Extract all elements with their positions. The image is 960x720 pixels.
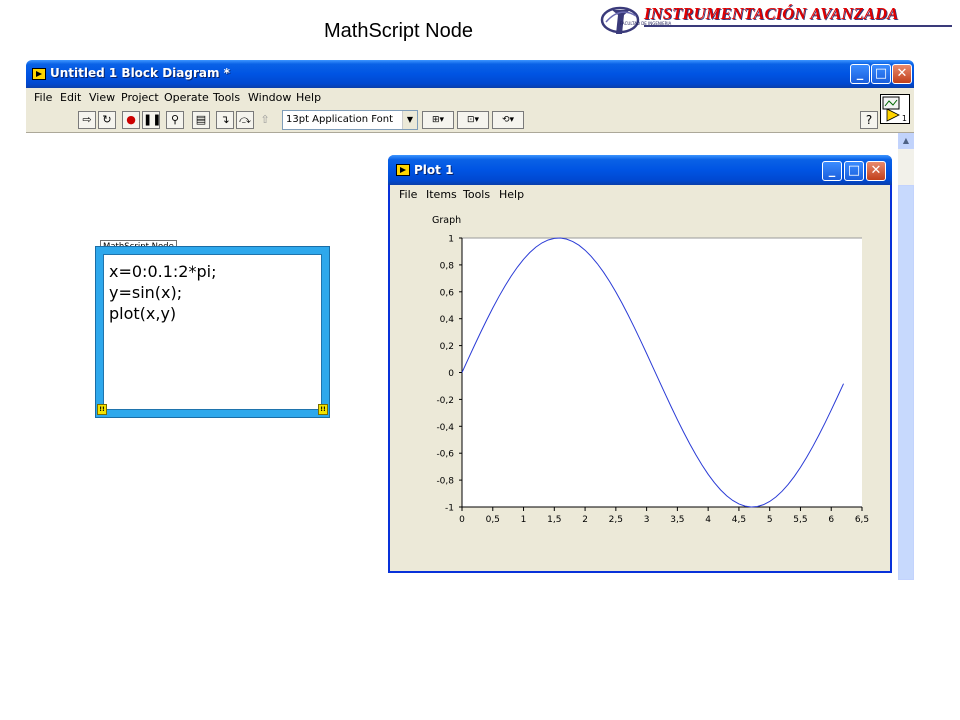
x-tick-label: 6,5 [855, 515, 869, 525]
run-arrow-icon[interactable]: ⇨ [78, 111, 96, 129]
plot-background [462, 238, 862, 507]
menu-view[interactable]: View [89, 91, 115, 104]
menu-file[interactable]: File [34, 91, 52, 104]
highlight-execution-icon[interactable]: ⚲ [166, 111, 184, 129]
y-tick-label: -0,8 [436, 477, 454, 487]
main-toolbar: ⇨ ↻ ● ❚❚ ⚲ ▤ ↴ ⤼ ⇧ 13pt Application Font… [26, 108, 914, 133]
abort-icon[interactable]: ● [122, 111, 140, 129]
y-tick-label: 0 [448, 369, 454, 379]
x-tick-label: 3 [644, 515, 650, 525]
main-title-bar[interactable]: Untitled 1 Block Diagram * _ □ ✕ [26, 60, 914, 88]
menu-tools[interactable]: Tools [213, 91, 240, 104]
y-tick-label: -0,4 [436, 423, 454, 433]
x-tick-label: 5 [767, 515, 773, 525]
x-tick-label: 1,5 [547, 515, 561, 525]
x-tick-label: 0,5 [486, 515, 500, 525]
step-out-icon[interactable]: ⇧ [256, 111, 274, 129]
menu-project[interactable]: Project [121, 91, 159, 104]
vertical-scrollbar[interactable]: ▲ [898, 133, 914, 580]
font-select-value: 13pt Application Font [286, 114, 393, 125]
brand-underline [644, 25, 952, 27]
menu-window[interactable]: Window [248, 91, 291, 104]
x-tick-label: 4 [705, 515, 711, 525]
y-tick-label: -0,2 [436, 396, 454, 406]
main-menubar: File Edit View Project Operate Tools Win… [26, 88, 914, 108]
chevron-down-icon[interactable]: ▼ [402, 111, 417, 129]
y-tick-label: 0,6 [440, 288, 455, 298]
x-tick-label: 2 [582, 515, 588, 525]
faculty-logo-icon [600, 6, 640, 34]
mathscript-code[interactable]: x=0:0.1:2*pi; y=sin(x); plot(x,y) [109, 261, 216, 324]
y-tick-label: 0,4 [440, 315, 455, 325]
font-select[interactable]: 13pt Application Font ▼ [282, 110, 418, 130]
step-into-icon[interactable]: ↴ [216, 111, 234, 129]
labview-app-icon[interactable] [32, 68, 46, 80]
y-tick-label: -0,6 [436, 450, 454, 460]
align-objects-button[interactable]: ⊞▾ [422, 111, 454, 129]
y-tick-label: 0,2 [440, 342, 454, 352]
menu-help[interactable]: Help [296, 91, 321, 104]
distribute-objects-button[interactable]: ⊡▾ [457, 111, 489, 129]
x-tick-label: 2,5 [609, 515, 623, 525]
y-tick-label: 1 [448, 235, 454, 245]
minimize-button[interactable]: _ [850, 64, 870, 84]
brand-title: INSTRUMENTACIÓN AVANZADA [644, 4, 899, 23]
x-tick-label: 6 [828, 515, 834, 525]
x-tick-label: 0 [459, 515, 465, 525]
pause-icon[interactable]: ❚❚ [142, 111, 161, 129]
x-tick-label: 1 [521, 515, 527, 525]
x-tick-label: 4,5 [732, 515, 746, 525]
scroll-up-icon[interactable]: ▲ [898, 133, 914, 149]
maximize-button[interactable]: □ [871, 64, 891, 84]
step-over-icon[interactable]: ⤼ [236, 111, 254, 129]
close-button[interactable]: ✕ [892, 64, 912, 84]
error-in-terminal-icon[interactable]: !! [97, 404, 107, 415]
y-tick-label: -1 [445, 504, 454, 514]
menu-edit[interactable]: Edit [60, 91, 81, 104]
retain-wire-values-icon[interactable]: ▤ [192, 111, 210, 129]
graph[interactable]: Graph 1 0,8 0,6 0,4 0,2 0 -0,2 -0,4 -0,6 -0,8 -1 0 0,… [390, 155, 890, 573]
x-tick-label: 5,5 [793, 515, 807, 525]
plot-window: Plot 1 _ □ ✕ File Items Tools Help Graph… [388, 155, 892, 573]
x-tick-label: 3,5 [670, 515, 684, 525]
mathscript-code-area[interactable]: x=0:0.1:2*pi; y=sin(x); plot(x,y) [103, 254, 322, 410]
main-window-title: Untitled 1 Block Diagram * [50, 66, 230, 80]
reorder-button[interactable]: ⟲▾ [492, 111, 524, 129]
connector-pane-icon[interactable]: 1 [880, 94, 910, 124]
run-continuously-icon[interactable]: ↻ [98, 111, 116, 129]
y-tick-label: 0,8 [440, 261, 455, 271]
graph-title: Graph [432, 215, 461, 226]
mathscript-node[interactable]: x=0:0.1:2*pi; y=sin(x); plot(x,y) [95, 246, 330, 418]
context-help-icon[interactable]: ? [860, 111, 878, 129]
menu-operate[interactable]: Operate [164, 91, 209, 104]
scroll-thumb[interactable] [898, 185, 914, 580]
error-out-terminal-icon[interactable]: !! [318, 404, 328, 415]
brand-header: FACULTAD DE INGENIERIA INSTRUMENTACIÓN A… [600, 0, 956, 40]
slide-title: MathScript Node [324, 20, 473, 42]
connector-label: 1 [901, 114, 907, 123]
